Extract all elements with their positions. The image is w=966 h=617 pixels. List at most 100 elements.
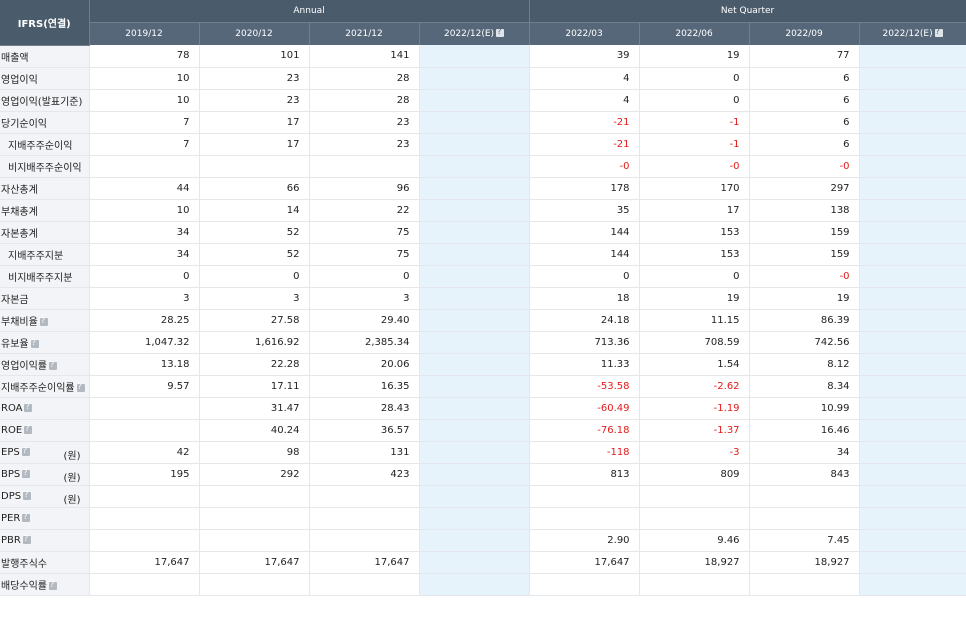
value-cell — [859, 507, 966, 530]
help-icon[interactable] — [22, 512, 31, 522]
help-icon[interactable] — [30, 338, 39, 348]
value-cell — [859, 463, 966, 486]
value-cell — [419, 375, 530, 398]
row-label: DPS — [1, 490, 22, 502]
row-label-cell: 부채비율 — [0, 309, 90, 332]
value-cell: 77 — [749, 45, 860, 68]
value-cell: 10.99 — [749, 397, 860, 420]
value-cell: 0 — [529, 265, 640, 288]
value-cell: 708.59 — [639, 331, 750, 354]
value-cell: -1 — [639, 133, 750, 156]
row-label: 유보율 — [1, 338, 29, 350]
row-label: 자본금 — [1, 294, 29, 306]
value-cell — [309, 485, 420, 508]
help-icon[interactable] — [21, 446, 30, 456]
value-cell — [859, 265, 966, 288]
value-cell — [419, 463, 530, 486]
row-label: 지배주주순이익률 — [1, 382, 75, 394]
quarter-group-header: Net Quarter — [529, 0, 966, 23]
value-cell — [419, 111, 530, 134]
help-icon[interactable] — [76, 382, 85, 392]
help-icon[interactable] — [39, 316, 48, 326]
row-label: 배당수익률 — [1, 580, 47, 592]
help-icon[interactable] — [49, 360, 57, 370]
row-label-cell: 부채총계 — [0, 199, 90, 222]
value-cell: -21 — [529, 133, 640, 156]
value-cell: -2.62 — [639, 375, 750, 398]
row-label-cell: 영업이익률 — [0, 353, 90, 376]
period-header: 2019/12 — [89, 22, 200, 45]
value-cell: 44 — [89, 177, 200, 200]
value-cell: 17,647 — [309, 551, 420, 574]
value-cell — [859, 243, 966, 266]
help-icon[interactable] — [496, 27, 505, 37]
value-cell: 34 — [749, 441, 860, 464]
value-cell — [419, 199, 530, 222]
value-cell: -53.58 — [529, 375, 640, 398]
table-row: 비지배주주지분 0 0 0 0 0 -0 — [0, 265, 966, 288]
value-cell: 2.90 — [529, 529, 640, 552]
period-header: 2021/12 — [309, 22, 420, 45]
value-cell — [199, 155, 310, 178]
value-cell — [859, 45, 966, 68]
row-label-cell: ROE — [0, 419, 90, 442]
value-cell — [859, 441, 966, 464]
value-cell: 31.47 — [199, 397, 310, 420]
value-cell: 0 — [639, 67, 750, 90]
value-cell — [859, 287, 966, 310]
table-row: 자본금 3 3 3 18 19 19 — [0, 287, 966, 310]
row-label-cell: 자본총계 — [0, 221, 90, 244]
value-cell — [419, 441, 530, 464]
value-cell: 28 — [309, 89, 420, 112]
table-row: 부채총계 10 14 22 35 17 138 — [0, 199, 966, 222]
value-cell: 153 — [639, 221, 750, 244]
value-cell: 16.35 — [309, 375, 420, 398]
help-icon[interactable] — [24, 424, 33, 434]
value-cell: 36.57 — [309, 419, 420, 442]
value-cell: 0 — [89, 265, 200, 288]
table-row: 자본총계 34 52 75 144 153 159 — [0, 221, 966, 244]
help-icon[interactable] — [22, 534, 31, 544]
row-label-cell: 지배주주순이익률 — [0, 375, 90, 398]
table-row: 발행주식수 17,647 17,647 17,647 17,647 18,927 18,92… — [0, 551, 966, 574]
value-cell: -3 — [639, 441, 750, 464]
value-cell: 96 — [309, 177, 420, 200]
value-cell — [309, 529, 420, 552]
value-cell — [859, 485, 966, 508]
help-icon[interactable] — [23, 490, 32, 500]
help-icon[interactable] — [24, 402, 33, 412]
help-icon[interactable] — [49, 580, 57, 590]
value-cell — [859, 331, 966, 354]
value-cell: 1.54 — [639, 353, 750, 376]
row-label-cell: 영업이익 — [0, 67, 90, 90]
value-cell — [199, 485, 310, 508]
table-row: ROE 40.2436.57 -76.18-1.3716.46 — [0, 419, 966, 442]
table-row: 유보율 1,047.321,616.922,385.34 713.36708.597… — [0, 331, 966, 354]
value-cell: -0 — [639, 155, 750, 178]
value-cell — [419, 177, 530, 200]
value-cell: 9.46 — [639, 529, 750, 552]
period-header: 2022/03 — [529, 22, 640, 45]
value-cell — [89, 419, 200, 442]
value-cell: 8.12 — [749, 353, 860, 376]
row-label: ROA — [1, 402, 23, 414]
help-icon[interactable] — [22, 468, 31, 478]
value-cell — [859, 375, 966, 398]
table-row: DPS (원) — [0, 485, 966, 508]
value-cell — [529, 573, 640, 596]
value-cell — [419, 551, 530, 574]
period-label: 2022/03 — [565, 29, 603, 39]
value-cell: 144 — [529, 221, 640, 244]
help-icon[interactable] — [934, 27, 943, 37]
value-cell: 8.34 — [749, 375, 860, 398]
value-cell — [309, 155, 420, 178]
value-cell: 742.56 — [749, 331, 860, 354]
value-cell: 101 — [199, 45, 310, 68]
value-cell: -1.37 — [639, 419, 750, 442]
value-cell: -0 — [749, 265, 860, 288]
value-cell — [859, 67, 966, 90]
value-cell: 13.18 — [89, 353, 200, 376]
value-cell: -1 — [639, 111, 750, 134]
value-cell — [859, 111, 966, 134]
value-cell: 7.45 — [749, 529, 860, 552]
